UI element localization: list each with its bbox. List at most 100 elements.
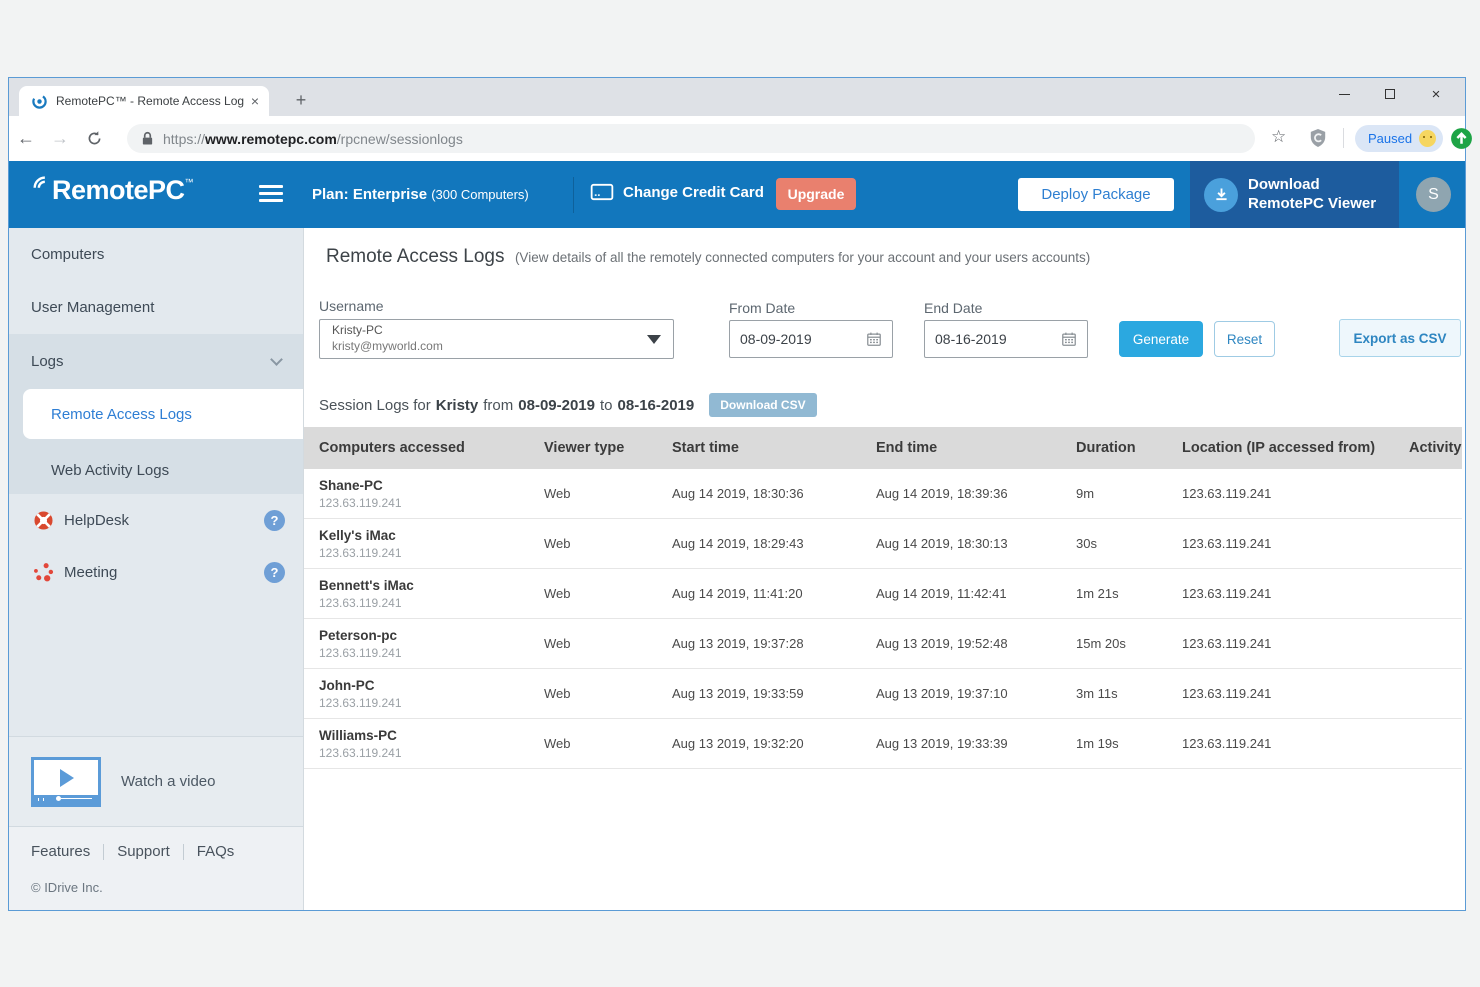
- desktop: RemotePC™ - Remote Access Log × + × ← →: [0, 0, 1480, 987]
- sidebar-item-web-activity-logs[interactable]: Web Activity Logs: [9, 446, 303, 494]
- url-text: https://www.remotepc.com/rpcnew/sessionl…: [163, 131, 463, 147]
- watch-video-section[interactable]: Watch a video: [9, 736, 303, 826]
- new-tab-button[interactable]: +: [287, 86, 315, 114]
- computer-ip: 123.63.119.241: [319, 596, 544, 610]
- username-computer: Kristy-PC: [332, 323, 647, 339]
- change-credit-card-link[interactable]: Change Credit Card: [590, 183, 764, 201]
- download-viewer-button[interactable]: Download RemotePC Viewer: [1190, 161, 1399, 228]
- cell-end-time: Aug 13 2019, 19:37:10: [876, 686, 1076, 701]
- cell-start-time: Aug 14 2019, 18:30:36: [672, 486, 876, 501]
- sidebar-item-label: User Management: [31, 299, 154, 316]
- sidebar-item-logs[interactable]: Logs: [9, 334, 303, 389]
- upgrade-button[interactable]: Upgrade: [776, 178, 856, 210]
- page-title: Remote Access Logs: [326, 246, 504, 267]
- sidebar-item-helpdesk[interactable]: HelpDesk ?: [9, 494, 303, 546]
- cell-computer: Williams-PC 123.63.119.241: [319, 727, 544, 759]
- plan-name: Plan: Enterprise: [312, 186, 427, 203]
- deploy-package-button[interactable]: Deploy Package: [1018, 178, 1174, 211]
- reset-button[interactable]: Reset: [1214, 321, 1275, 357]
- username-select[interactable]: Kristy-PC kristy@myworld.com: [319, 319, 674, 359]
- cell-end-time: Aug 13 2019, 19:52:48: [876, 636, 1076, 651]
- page-subtitle: (View details of all the remotely connec…: [515, 250, 1090, 265]
- sidebar-item-user-management[interactable]: User Management: [9, 281, 303, 334]
- table-row[interactable]: Kelly's iMac 123.63.119.241 Web Aug 14 2…: [304, 519, 1462, 569]
- cell-start-time: Aug 13 2019, 19:33:59: [672, 686, 876, 701]
- browser-window: RemotePC™ - Remote Access Log × + × ← →: [8, 77, 1466, 911]
- back-button[interactable]: ←: [9, 128, 43, 149]
- export-csv-button[interactable]: Export as CSV: [1339, 319, 1461, 357]
- remotepc-favicon-icon: [31, 93, 48, 110]
- sidebar-item-meeting[interactable]: Meeting ?: [9, 546, 303, 598]
- table-row[interactable]: John-PC 123.63.119.241 Web Aug 13 2019, …: [304, 669, 1462, 719]
- from-date-input[interactable]: 08-09-2019: [729, 320, 893, 358]
- paused-label: Paused: [1368, 131, 1412, 146]
- cell-computer: John-PC 123.63.119.241: [319, 677, 544, 709]
- faqs-link[interactable]: FAQs: [197, 843, 235, 860]
- tab-close-icon[interactable]: ×: [249, 94, 261, 108]
- browser-update-icon[interactable]: [1449, 126, 1474, 151]
- plan-detail: (300 Computers): [431, 187, 529, 202]
- reload-button[interactable]: [77, 130, 111, 147]
- cell-start-time: Aug 14 2019, 11:41:20: [672, 586, 876, 601]
- sync-paused-button[interactable]: Paused: [1355, 125, 1443, 152]
- features-link[interactable]: Features: [31, 843, 90, 860]
- maximize-icon: [1385, 89, 1395, 99]
- cell-viewer-type: Web: [544, 686, 672, 701]
- footer-divider: [183, 844, 184, 860]
- brand-tm: ™: [185, 177, 194, 187]
- table-header: Computers accessed Viewer type Start tim…: [304, 427, 1462, 469]
- close-button[interactable]: ×: [1413, 78, 1459, 110]
- computer-ip: 123.63.119.241: [319, 546, 544, 560]
- table-row[interactable]: Shane-PC 123.63.119.241 Web Aug 14 2019,…: [304, 469, 1462, 519]
- sidebar-item-remote-access-logs[interactable]: Remote Access Logs: [23, 389, 303, 439]
- sidebar-item-label: Remote Access Logs: [51, 406, 192, 423]
- url-scheme: https://: [163, 131, 205, 147]
- computer-name: Bennett's iMac: [319, 577, 544, 595]
- browser-tabstrip: RemotePC™ - Remote Access Log × + ×: [9, 78, 1465, 116]
- meeting-help-icon[interactable]: ?: [264, 562, 285, 583]
- support-link[interactable]: Support: [117, 843, 170, 860]
- remotepc-logo[interactable]: RemotePC ™: [31, 175, 194, 206]
- helpdesk-help-icon[interactable]: ?: [264, 510, 285, 531]
- username-value: Kristy-PC kristy@myworld.com: [332, 323, 647, 354]
- table-row[interactable]: Williams-PC 123.63.119.241 Web Aug 13 20…: [304, 719, 1462, 769]
- app-header: RemotePC ™ Plan: Enterprise (300 Compute…: [9, 161, 1465, 228]
- computer-ip: 123.63.119.241: [319, 746, 544, 760]
- sidebar-item-label: Computers: [31, 246, 104, 263]
- user-avatar[interactable]: S: [1416, 177, 1451, 212]
- sidebar: Computers User Management Logs Remote Ac…: [9, 228, 304, 910]
- end-date-value: 08-16-2019: [935, 331, 1007, 347]
- session-from-word: from: [483, 397, 513, 414]
- session-to-word: to: [600, 397, 613, 414]
- bookmark-star-icon[interactable]: ☆: [1271, 128, 1286, 145]
- sidebar-item-label: Logs: [31, 353, 64, 370]
- sidebar-item-computers[interactable]: Computers: [9, 228, 303, 281]
- col-activity: Activity: [1409, 440, 1462, 456]
- cell-computer: Shane-PC 123.63.119.241: [319, 477, 544, 509]
- cell-end-time: Aug 14 2019, 11:42:41: [876, 586, 1076, 601]
- download-line1: Download: [1248, 176, 1376, 195]
- header-divider: [573, 177, 574, 213]
- cell-location: 123.63.119.241: [1182, 686, 1409, 701]
- table-row[interactable]: Peterson-pc 123.63.119.241 Web Aug 13 20…: [304, 619, 1462, 669]
- maximize-button[interactable]: [1367, 78, 1413, 110]
- end-date-input[interactable]: 08-16-2019: [924, 320, 1088, 358]
- calendar-icon: [1061, 331, 1077, 347]
- table-row[interactable]: Bennett's iMac 123.63.119.241 Web Aug 14…: [304, 569, 1462, 619]
- cell-viewer-type: Web: [544, 586, 672, 601]
- extension-shield-icon[interactable]: [1309, 128, 1327, 148]
- col-location: Location (IP accessed from): [1182, 440, 1409, 456]
- col-duration: Duration: [1076, 440, 1182, 456]
- generate-button[interactable]: Generate: [1119, 321, 1203, 357]
- url-bar[interactable]: https://www.remotepc.com/rpcnew/sessionl…: [127, 124, 1255, 153]
- download-csv-button[interactable]: Download CSV: [709, 393, 816, 417]
- session-user: Kristy: [436, 397, 479, 414]
- cell-location: 123.63.119.241: [1182, 536, 1409, 551]
- cell-computer: Kelly's iMac 123.63.119.241: [319, 527, 544, 559]
- menu-hamburger-icon[interactable]: [259, 185, 283, 206]
- forward-button[interactable]: →: [43, 128, 77, 149]
- browser-tab[interactable]: RemotePC™ - Remote Access Log ×: [19, 86, 269, 116]
- minimize-button[interactable]: [1321, 78, 1367, 110]
- cell-duration: 3m 11s: [1076, 686, 1182, 701]
- from-date-value: 08-09-2019: [740, 331, 812, 347]
